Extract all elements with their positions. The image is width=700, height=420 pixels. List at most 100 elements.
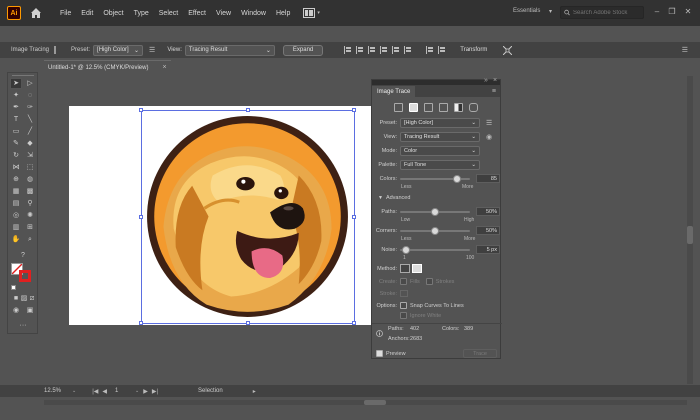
lasso-tool-icon[interactable]: ◌ — [25, 91, 35, 100]
overlapping-method-icon[interactable] — [412, 264, 422, 273]
menu-edit[interactable]: Edit — [76, 10, 98, 17]
fills-checkbox[interactable] — [400, 278, 407, 285]
edit-toolbar-icon[interactable]: ··· — [18, 321, 28, 330]
document-tab[interactable]: Untitled-1* @ 12.5% (CMYK/Preview) × — [44, 60, 171, 74]
symbol-sprayer-tool-icon[interactable]: ✺ — [25, 211, 35, 220]
stroke-width-stepper[interactable] — [400, 290, 408, 297]
trace-view-dropdown[interactable]: Tracing Result ⌄ — [400, 132, 480, 142]
stroke-swatch[interactable] — [19, 270, 31, 282]
preset-menu-icon[interactable]: ☰ — [486, 119, 492, 127]
rotate-tool-icon[interactable]: ↻ — [11, 151, 21, 160]
shape-builder-tool-icon[interactable]: ⊕ — [11, 175, 21, 184]
live-paint-tool-icon[interactable]: ◍ — [25, 175, 35, 184]
horizontal-scrollbar[interactable] — [44, 400, 687, 405]
expand-button[interactable]: Expand — [282, 44, 324, 56]
paintbrush-tool-icon[interactable]: ╱ — [25, 127, 35, 136]
align-left-icon[interactable] — [344, 46, 352, 54]
snap-curves-checkbox[interactable] — [400, 302, 407, 309]
scrollbar-thumb[interactable] — [687, 226, 693, 244]
trace-preset-dropdown[interactable]: [High Color] ⌄ — [400, 118, 480, 128]
scrollbar-thumb[interactable] — [364, 400, 386, 405]
info-icon[interactable] — [53, 46, 58, 54]
resize-handle-w[interactable] — [139, 215, 143, 219]
type-tool-icon[interactable]: T — [11, 115, 21, 124]
view-dropdown[interactable]: Tracing Result ⌄ — [184, 44, 275, 56]
zoom-level[interactable]: 12.5% — [44, 388, 72, 394]
transform-button[interactable]: Transform — [456, 45, 491, 56]
resize-handle-nw[interactable] — [139, 108, 143, 112]
previous-artboard-icon[interactable]: ◀ — [102, 388, 107, 395]
preset-dropdown[interactable]: [High Color] ⌄ — [93, 44, 144, 56]
resize-handle-se[interactable] — [352, 321, 356, 325]
slider-knob[interactable] — [431, 226, 439, 235]
status-menu-arrow-icon[interactable]: ▸ — [253, 388, 256, 395]
menu-help[interactable]: Help — [271, 10, 295, 17]
isolate-object-icon[interactable] — [503, 45, 513, 55]
line-tool-icon[interactable]: ╲ — [25, 115, 35, 124]
black-and-white-icon[interactable] — [454, 103, 463, 112]
vertical-scrollbar[interactable] — [687, 76, 693, 384]
eraser-tool-icon[interactable]: ◆ — [25, 139, 35, 148]
menu-file[interactable]: File — [55, 10, 76, 17]
menu-select[interactable]: Select — [154, 10, 183, 17]
mesh-tool-icon[interactable]: ▩ — [25, 187, 35, 196]
slider-knob[interactable] — [431, 207, 439, 216]
zoom-tool-icon[interactable]: ⌕ — [25, 235, 35, 244]
colors-slider[interactable] — [400, 174, 470, 183]
abutting-method-icon[interactable] — [400, 264, 410, 273]
artboard-number[interactable]: 1 — [115, 388, 135, 394]
artboard-tool-icon[interactable]: ⊞ — [25, 223, 35, 232]
corners-value-field[interactable]: 50% — [476, 226, 500, 235]
trace-palette-dropdown[interactable]: Full Tone ⌄ — [400, 160, 480, 170]
scale-tool-icon[interactable]: ⇲ — [25, 151, 35, 160]
next-artboard-icon[interactable]: ▶ — [143, 388, 148, 395]
close-icon[interactable]: × — [162, 64, 166, 71]
hand-tool-icon[interactable]: ✋ — [11, 235, 21, 244]
corners-slider[interactable] — [400, 226, 470, 235]
paths-value-field[interactable]: 50% — [476, 207, 500, 216]
pen-tool-icon[interactable]: ✒ — [11, 103, 21, 112]
curvature-tool-icon[interactable]: ✑ — [25, 103, 35, 112]
selection-bounding-box[interactable] — [139, 108, 356, 325]
magic-wand-tool-icon[interactable]: ✦ — [11, 91, 21, 100]
noise-value-field[interactable]: 5 px — [476, 245, 500, 254]
resize-handle-e[interactable] — [352, 215, 356, 219]
free-transform-tool-icon[interactable]: ⬚ — [25, 163, 35, 172]
align-right-icon[interactable] — [368, 46, 376, 54]
control-bar-menu-icon[interactable]: ☰ — [682, 46, 688, 54]
default-colors-icon[interactable] — [11, 285, 16, 290]
panel-menu-icon[interactable]: ≡ — [492, 86, 500, 97]
home-icon[interactable] — [29, 6, 43, 20]
align-top-icon[interactable] — [380, 46, 388, 54]
noise-slider[interactable] — [400, 245, 470, 254]
workspace-switcher[interactable]: Essentials — [513, 8, 540, 14]
auto-color-icon[interactable] — [394, 103, 403, 112]
width-tool-icon[interactable]: ⋈ — [11, 163, 21, 172]
close-icon[interactable]: × — [493, 77, 497, 84]
selection-tool-icon[interactable]: ➤ — [10, 78, 22, 89]
close-icon[interactable]: ✕ — [683, 7, 693, 17]
maximize-icon[interactable]: ❐ — [667, 7, 677, 17]
first-artboard-icon[interactable]: |◀ — [92, 388, 98, 395]
rectangle-tool-icon[interactable]: ▭ — [11, 127, 21, 136]
distribute-middle-icon[interactable] — [438, 46, 446, 54]
perspective-grid-tool-icon[interactable]: ▦ — [11, 187, 21, 196]
menu-effect[interactable]: Effect — [183, 10, 211, 17]
align-bottom-icon[interactable] — [404, 46, 412, 54]
distribute-top-icon[interactable] — [426, 46, 434, 54]
resize-handle-n[interactable] — [246, 108, 250, 112]
resize-handle-s[interactable] — [246, 321, 250, 325]
search-stock-box[interactable] — [560, 6, 644, 19]
eye-icon[interactable]: ◉ — [486, 133, 492, 141]
outline-icon[interactable] — [469, 103, 478, 112]
list-icon[interactable]: ☰ — [149, 46, 155, 54]
draw-normal-icon[interactable]: ◉ — [11, 306, 21, 315]
strokes-checkbox[interactable] — [425, 278, 433, 285]
slider-knob[interactable] — [453, 174, 461, 183]
colors-value-field[interactable]: 85 — [476, 174, 500, 183]
search-input[interactable] — [573, 9, 643, 16]
help-icon[interactable]: ? — [18, 251, 28, 260]
slider-knob[interactable] — [402, 245, 410, 254]
arrange-documents-icon[interactable]: ▾ — [303, 7, 325, 19]
preview-checkbox[interactable] — [376, 350, 383, 357]
